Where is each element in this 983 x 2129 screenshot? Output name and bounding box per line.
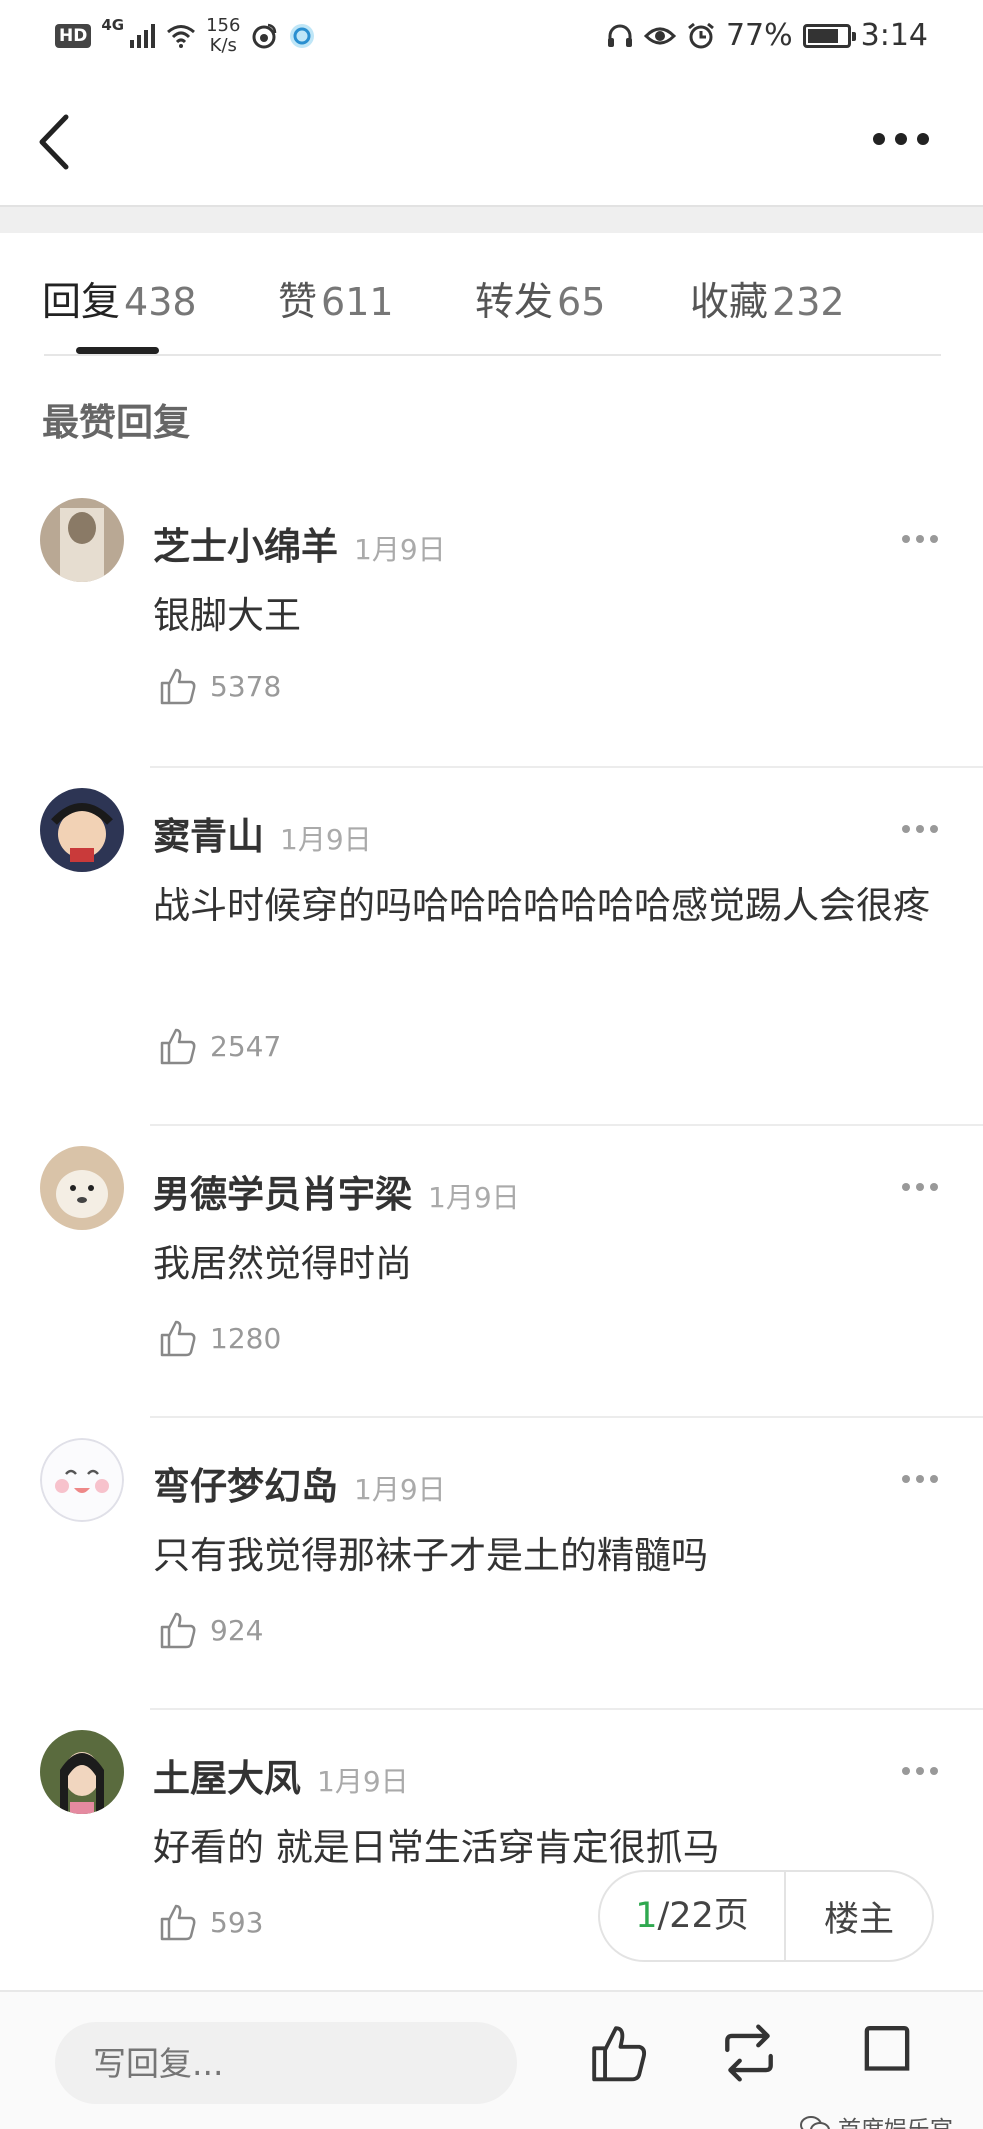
comment-date: 1月9日: [317, 1765, 409, 1798]
like-button[interactable]: 2547: [158, 1026, 281, 1066]
comment-date: 1月9日: [428, 1181, 520, 1214]
favorite-icon[interactable]: [856, 2022, 918, 2084]
comment-more-icon[interactable]: [899, 532, 941, 546]
avatar[interactable]: [40, 498, 124, 582]
total-pages: /22页: [657, 1896, 749, 1936]
network-speed: 156 K/s: [206, 15, 241, 56]
tab-likes[interactable]: 赞 611: [278, 271, 394, 327]
thumbs-up-icon: [160, 1028, 196, 1065]
tab-reposts[interactable]: 转发 65: [475, 271, 605, 327]
signal-icon: [130, 24, 156, 48]
bottom-action-bar: 首席娱乐官: [0, 1990, 983, 2129]
comment-more-icon[interactable]: [899, 1764, 941, 1778]
network-type: 4G: [101, 16, 125, 34]
comment-author[interactable]: 弯仔梦幻岛 1月9日: [153, 1456, 446, 1510]
alarm-icon: [688, 22, 714, 48]
tab-favorites[interactable]: 收藏 232: [690, 271, 845, 327]
like-button[interactable]: 924: [158, 1610, 263, 1650]
eye-comfort-icon: [643, 27, 676, 44]
thumbs-up-icon: [160, 668, 196, 705]
comment-item: 男德学员肖宇梁 1月9日 我居然觉得时尚 1280: [0, 1146, 983, 1418]
comment-author[interactable]: 窦青山 1月9日: [153, 806, 372, 860]
page-navigator: 1/22页 楼主: [598, 1870, 934, 1962]
page-selector[interactable]: 1/22页: [600, 1870, 786, 1962]
back-arrow-icon[interactable]: [32, 107, 82, 177]
comment-item: 芝士小绵羊 1月9日 银脚大王 5378: [0, 498, 983, 768]
wechat-icon: [800, 2116, 830, 2129]
clock: 3:14: [860, 18, 928, 53]
more-options-icon[interactable]: [871, 129, 931, 149]
comment-divider: [150, 766, 983, 768]
current-page: 1: [635, 1896, 658, 1936]
avatar[interactable]: [40, 1146, 124, 1230]
watermark: 首席娱乐官: [800, 2110, 953, 2129]
comment-divider: [150, 1416, 983, 1418]
comment-divider: [150, 1708, 983, 1710]
like-post-icon[interactable]: [588, 2022, 650, 2084]
active-tab-indicator: [76, 347, 159, 354]
like-button[interactable]: 1280: [158, 1318, 281, 1358]
reply-input[interactable]: [55, 2022, 517, 2104]
avatar[interactable]: [40, 1438, 124, 1522]
hd-indicator: HD: [55, 24, 92, 48]
like-button[interactable]: 5378: [158, 666, 281, 706]
comment-more-icon[interactable]: [899, 822, 941, 836]
repost-icon[interactable]: [718, 2022, 780, 2084]
avatar[interactable]: [40, 788, 124, 872]
comment-text: 只有我觉得那袜子才是土的精髓吗: [153, 1534, 708, 1577]
comment-author[interactable]: 男德学员肖宇梁 1月9日: [153, 1164, 520, 1218]
thumbs-up-icon: [160, 1320, 196, 1357]
comment-item: 窦青山 1月9日 战斗时候穿的吗哈哈哈哈哈哈哈感觉踢人会很疼 2547: [0, 788, 983, 1126]
comment-item: 弯仔梦幻岛 1月9日 只有我觉得那袜子才是土的精髓吗 924: [0, 1438, 983, 1710]
thumbs-up-icon: [160, 1904, 196, 1941]
comment-date: 1月9日: [354, 533, 446, 566]
tab-bar: 回复 438 赞 611 转发 65 收藏 232: [0, 233, 983, 356]
headphones-icon: [607, 24, 632, 47]
battery-icon: [802, 23, 856, 48]
comment-date: 1月9日: [280, 823, 372, 856]
comment-author[interactable]: 土屋大凤 1月9日: [153, 1748, 409, 1802]
weibo-notification-icon: [252, 23, 277, 49]
comment-text: 我居然觉得时尚: [153, 1242, 412, 1285]
wifi-icon: [167, 25, 196, 48]
comment-author[interactable]: 芝士小绵羊 1月9日: [153, 516, 446, 570]
like-button[interactable]: 593: [158, 1902, 263, 1942]
comment-text: 银脚大王: [153, 594, 301, 637]
status-bar: HD 4G 156 K/s 77% 3:14: [0, 0, 983, 75]
thumbs-up-icon: [160, 1612, 196, 1649]
comment-text: 战斗时候穿的吗哈哈哈哈哈哈哈感觉踢人会很疼: [153, 884, 930, 927]
op-only-button[interactable]: 楼主: [786, 1891, 932, 1942]
app-notification-icon: [290, 24, 315, 48]
comment-divider: [150, 1124, 983, 1126]
avatar[interactable]: [40, 1730, 124, 1814]
section-title: 最赞回复: [42, 401, 190, 444]
battery-percent: 77%: [725, 18, 793, 53]
top-nav: [0, 75, 983, 205]
tab-replies[interactable]: 回复 438: [42, 271, 197, 327]
comment-more-icon[interactable]: [899, 1180, 941, 1194]
comment-more-icon[interactable]: [899, 1472, 941, 1486]
section-separator: [0, 205, 983, 233]
tabs-divider: [44, 354, 941, 356]
comment-date: 1月9日: [354, 1473, 446, 1506]
